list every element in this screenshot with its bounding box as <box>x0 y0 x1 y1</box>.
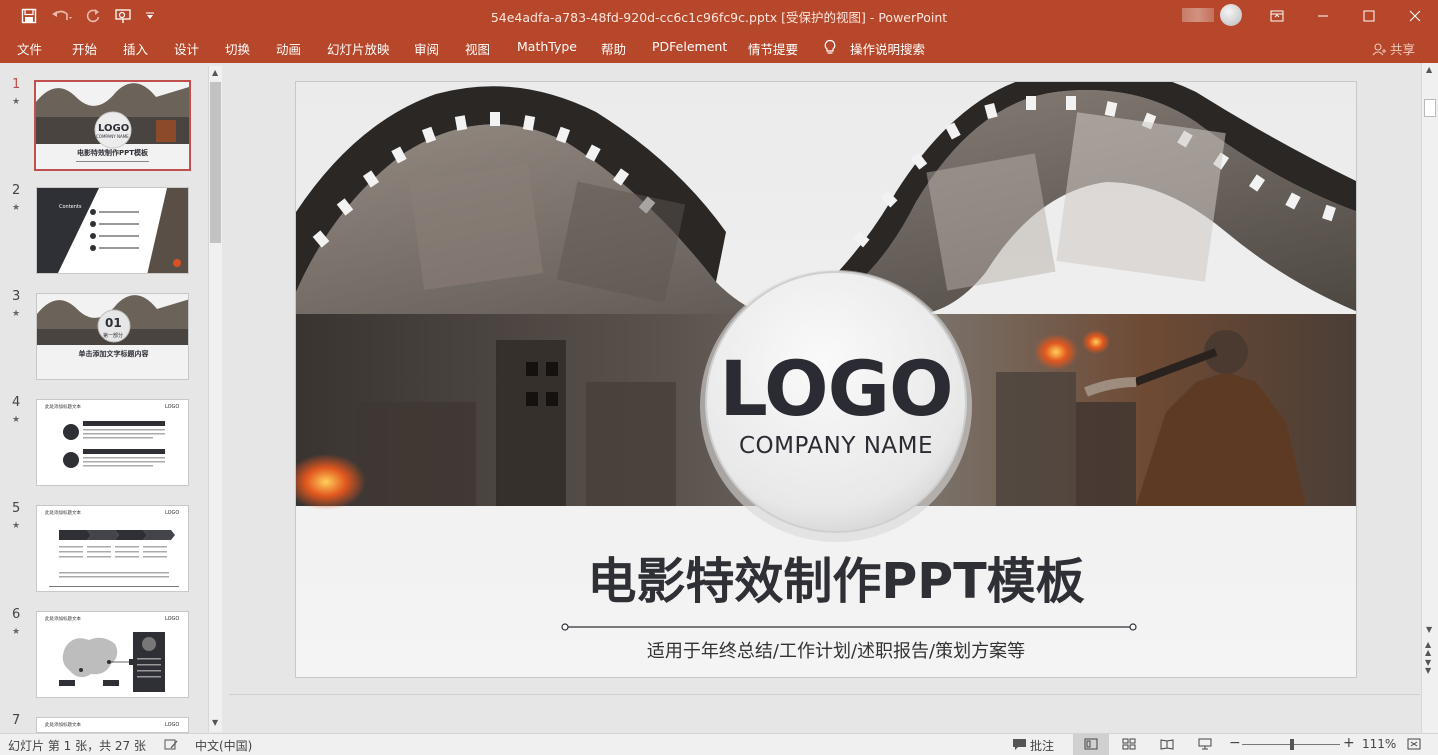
tell-me-search[interactable]: 操作说明搜索 <box>850 39 925 58</box>
person-icon <box>1372 43 1386 56</box>
scroll-down-icon[interactable]: ▼ <box>1426 625 1432 634</box>
title-bar: 54e4adfa-a783-48fd-920d-cc6c1c96fc9c.ppt… <box>0 0 1438 31</box>
slideshow-icon[interactable] <box>1198 738 1212 753</box>
tab-storyboard[interactable]: 情节提要 <box>748 39 798 58</box>
avatar[interactable] <box>1220 4 1242 26</box>
slide-counter: 幻灯片 第 1 张，共 27 张 <box>8 739 146 753</box>
thumb-title: Contents <box>59 204 82 210</box>
undo-icon[interactable] <box>48 0 76 31</box>
slide-company-name: COMPANY NAME <box>738 433 934 459</box>
language-indicator[interactable]: 中文(中国) <box>195 737 252 754</box>
tab-home[interactable]: 开始 <box>72 39 97 58</box>
thumb-number: 6 <box>12 607 21 622</box>
tab-review[interactable]: 审阅 <box>414 39 439 58</box>
thumb-subtitle: 第一部分 <box>103 333 124 339</box>
slide-logo: LOGO <box>719 344 953 433</box>
scroll-down-icon[interactable]: ▼ <box>212 718 218 727</box>
animation-star-icon: ★ <box>12 203 21 213</box>
slide-thumbnail-4[interactable]: 此处添加标题文本 LOGO <box>36 399 189 486</box>
tab-help[interactable]: 帮助 <box>601 39 626 58</box>
tab-insert[interactable]: 插入 <box>123 39 148 58</box>
slide-thumbnail-2[interactable]: Contents <box>36 187 189 274</box>
next-slide-icon[interactable]: ▼ ▼ <box>1425 659 1431 675</box>
zoom-slider-thumb[interactable] <box>1290 739 1294 750</box>
animation-star-icon: ★ <box>12 309 21 319</box>
share-button[interactable]: 共享 <box>1372 39 1415 58</box>
reading-view-icon[interactable] <box>1160 738 1174 753</box>
tab-pdfelement[interactable]: PDFelement <box>652 39 727 54</box>
animation-star-icon: ★ <box>12 627 21 637</box>
zoom-in-icon[interactable]: + <box>1343 735 1355 751</box>
proofing-icon[interactable] <box>164 738 178 754</box>
main-slide[interactable]: LOGO COMPANY NAME 电影特效制作PPT模板 适用于年终总结/工作… <box>295 81 1357 678</box>
thumb-logo: LOGO <box>165 722 180 728</box>
slide-thumbnail-1[interactable]: LOGO COMPANY NAME 电影特效制作PPT模板 <box>34 80 191 171</box>
animation-star-icon: ★ <box>12 415 21 425</box>
scroll-up-icon[interactable]: ▲ <box>212 68 218 77</box>
thumbnail-scrollbar[interactable]: ▲ ▼ <box>208 66 222 732</box>
slide-thumbnail-3[interactable]: 01 第一部分 单击添加文字标题内容 <box>36 293 189 380</box>
thumb-number: 2 <box>12 183 21 198</box>
thumb-number: 7 <box>12 713 21 728</box>
thumb-company: COMPANY NAME <box>96 134 129 139</box>
comments-icon[interactable] <box>1012 738 1027 754</box>
tab-transitions[interactable]: 切换 <box>225 39 250 58</box>
thumb-number: 5 <box>12 501 21 516</box>
scroll-up-icon[interactable]: ▲ <box>1426 65 1432 74</box>
ribbon-tab-bar: 文件 开始 插入 设计 切换 动画 幻灯片放映 审阅 视图 MathType 帮… <box>0 31 1438 63</box>
save-icon[interactable] <box>16 0 42 31</box>
fit-to-window-icon[interactable] <box>1407 738 1421 753</box>
zoom-level[interactable]: 111% <box>1362 737 1396 751</box>
zoom-out-icon[interactable]: − <box>1229 735 1241 751</box>
thumb-number: 1 <box>12 77 21 92</box>
thumb-logo: LOGO <box>98 123 130 134</box>
tab-animations[interactable]: 动画 <box>276 39 301 58</box>
thumb-divider <box>76 161 149 162</box>
thumb-number: 4 <box>12 395 21 410</box>
thumb-header: 此处添加标题文本 <box>45 723 81 728</box>
slide-thumbnail-5[interactable]: 此处添加标题文本 LOGO <box>36 505 189 592</box>
slide-sorter-icon[interactable] <box>1122 738 1136 753</box>
scroll-thumb[interactable] <box>210 82 221 243</box>
maximize-button[interactable] <box>1346 0 1392 31</box>
tab-mathtype[interactable]: MathType <box>517 39 577 54</box>
normal-view-button[interactable] <box>1073 734 1109 755</box>
thumb-number: 3 <box>12 289 21 304</box>
minimize-button[interactable] <box>1300 0 1346 31</box>
share-label: 共享 <box>1389 42 1415 57</box>
slide-thumbnail-7[interactable]: 此处添加标题文本 LOGO <box>36 717 189 733</box>
notes-button[interactable]: 批注 <box>1030 737 1054 754</box>
tab-design[interactable]: 设计 <box>174 39 199 58</box>
redo-icon[interactable] <box>82 0 104 31</box>
scroll-thumb[interactable] <box>1424 99 1436 117</box>
thumb-title: 单击添加文字标题内容 <box>78 350 149 358</box>
slide-subtitle: 适用于年终总结/工作计划/述职报告/策划方案等 <box>646 641 1026 662</box>
slide-scrollbar[interactable]: ▲ ▼ ▲ ▲ ▼ ▼ <box>1421 63 1438 733</box>
thumb-title: 电影特效制作PPT模板 <box>76 149 149 157</box>
close-button[interactable] <box>1392 0 1438 31</box>
tab-slideshow[interactable]: 幻灯片放映 <box>327 39 390 58</box>
slide-title: 电影特效制作PPT模板 <box>587 553 1085 610</box>
thumb-badge: 01 <box>105 316 122 330</box>
lightbulb-icon[interactable] <box>823 39 837 58</box>
tab-file[interactable]: 文件 <box>17 39 42 58</box>
present-from-start-icon[interactable] <box>112 0 134 31</box>
notes-area-collapsed[interactable] <box>229 694 1420 733</box>
animation-star-icon: ★ <box>12 521 21 531</box>
animation-star-icon: ★ <box>12 97 21 107</box>
account-name-blurred <box>1182 8 1214 22</box>
customize-qat-icon[interactable] <box>142 0 158 31</box>
previous-slide-icon[interactable]: ▲ ▲ <box>1425 641 1431 657</box>
status-bar: 幻灯片 第 1 张，共 27 张 中文(中国) 批注 − + 111% <box>0 733 1438 755</box>
normal-view-icon <box>1084 738 1098 750</box>
slide-thumbnail-6[interactable]: 此处添加标题文本 LOGO <box>36 611 189 698</box>
tab-view[interactable]: 视图 <box>465 39 490 58</box>
ribbon-display-options-icon[interactable] <box>1254 0 1300 31</box>
